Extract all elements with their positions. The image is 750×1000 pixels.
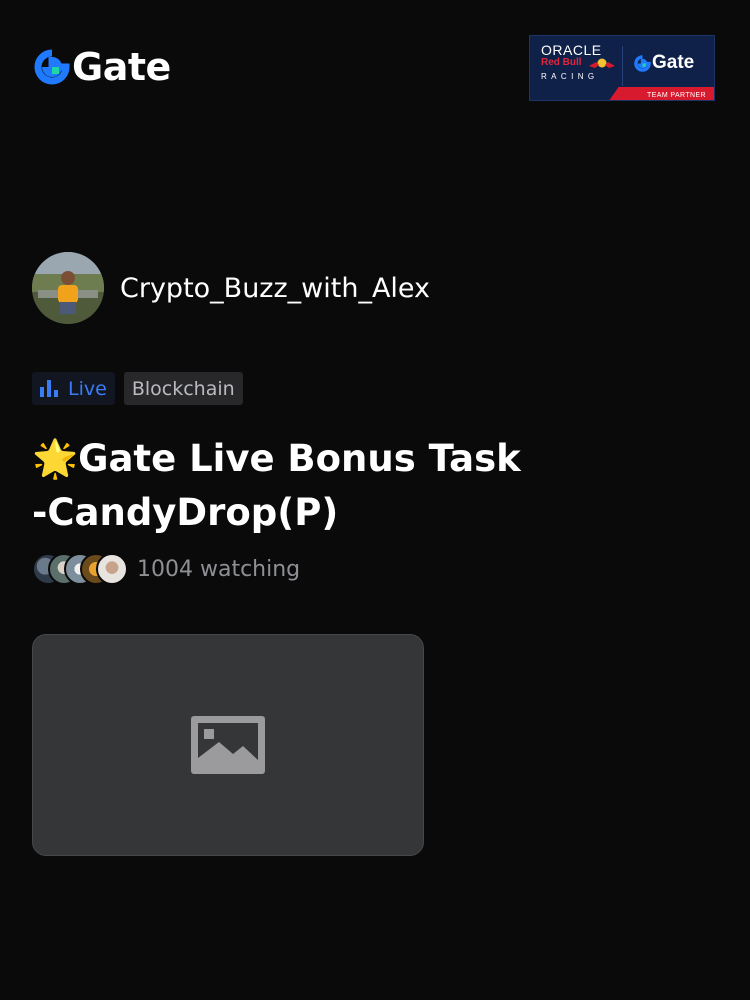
gate-logo-icon: [34, 49, 70, 85]
title-star-emoji: 🌟: [32, 437, 79, 480]
stream-title: 🌟Gate Live Bonus Task -CandyDrop(P): [32, 432, 532, 540]
viewer-avatar-stack: [32, 553, 128, 585]
team-partner-text: TEAM PARTNER: [647, 92, 706, 99]
partner-racing-text: RACING: [541, 72, 599, 81]
live-label: Live: [68, 377, 107, 400]
host-avatar-photo: [32, 252, 104, 324]
gate-logo[interactable]: Gate: [34, 48, 171, 86]
red-bull-emblem-icon: [589, 58, 615, 68]
stream-tags: Live Blockchain: [32, 372, 243, 405]
gate-logo-icon: [634, 54, 651, 72]
watching-count: 1004 watching: [137, 556, 301, 582]
partner-divider: [622, 46, 623, 86]
live-bars-icon: [40, 380, 58, 397]
category-label: Blockchain: [131, 377, 235, 400]
host-profile[interactable]: Crypto_Buzz_with_Alex: [32, 252, 430, 324]
host-name[interactable]: Crypto_Buzz_with_Alex: [120, 273, 430, 304]
host-avatar[interactable]: [32, 252, 104, 324]
partner-gate-logo: Gate: [634, 52, 694, 74]
partner-ribbon: TEAM PARTNER: [530, 87, 714, 100]
viewer-info: 1004 watching: [32, 553, 300, 585]
stream-title-text: Gate Live Bonus Task -CandyDrop(P): [32, 437, 521, 534]
image-placeholder-icon: [191, 716, 265, 774]
live-badge: Live: [32, 372, 115, 405]
category-tag[interactable]: Blockchain: [123, 372, 243, 405]
viewer-avatar: [96, 553, 128, 585]
stream-thumbnail[interactable]: [32, 634, 424, 856]
partner-team-text: Red Bull: [541, 57, 582, 68]
live-stream-share-card: Gate ORACLE Red Bull RACING Gate TEAM PA…: [0, 0, 750, 1000]
partner-banner: ORACLE Red Bull RACING Gate TEAM PARTNER: [529, 35, 715, 101]
brand-name: Gate: [72, 45, 171, 89]
partner-gate-text: Gate: [652, 52, 695, 73]
